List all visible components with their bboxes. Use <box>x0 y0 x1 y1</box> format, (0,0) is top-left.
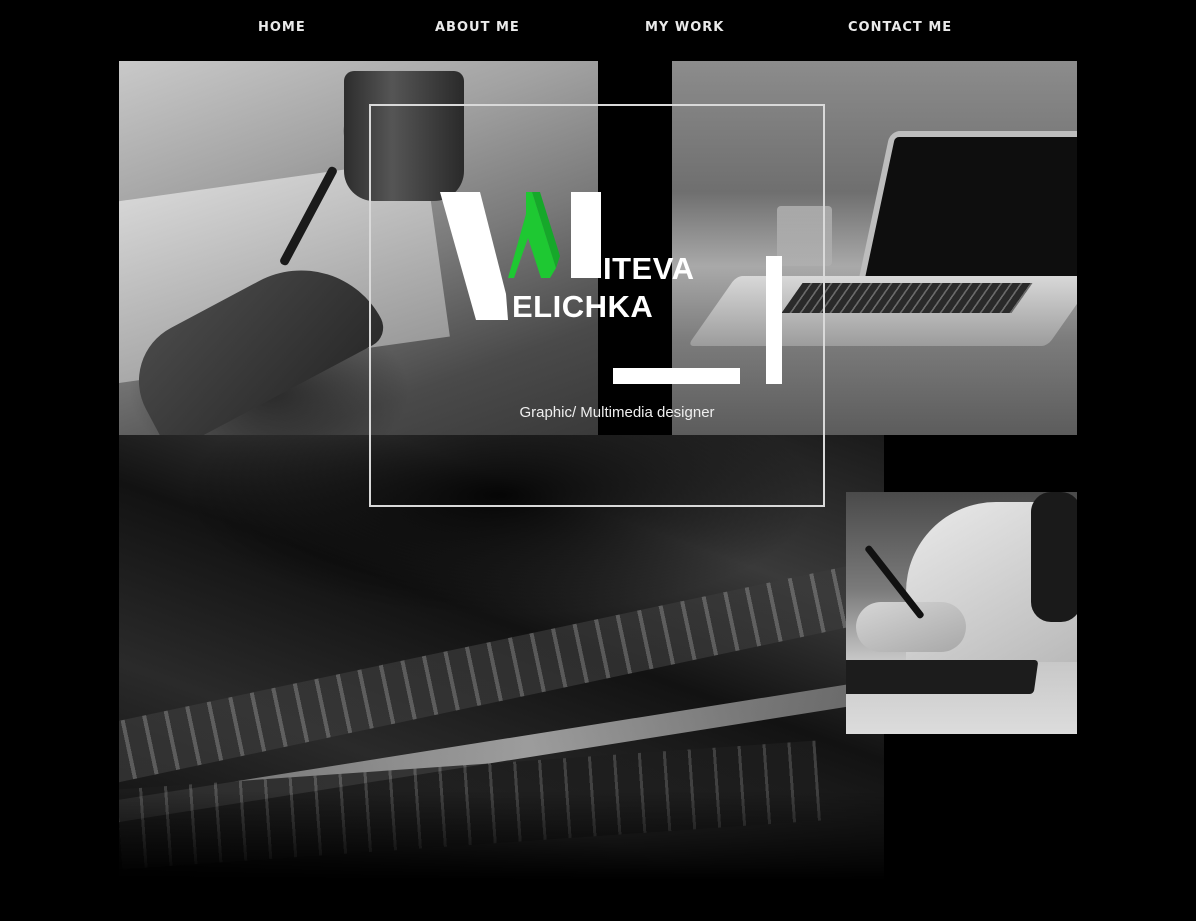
main-navigation: HOME ABOUT ME MY WORK CONTACT ME <box>0 0 1196 58</box>
nav-home-link[interactable]: HOME <box>258 20 306 35</box>
logo-horizontal-bar <box>613 368 740 384</box>
logo-word-top: ITEVA <box>603 251 695 286</box>
logo-vertical-bar <box>766 256 782 384</box>
logo-word-bottom: ELICHKA <box>512 289 654 324</box>
tagline: Graphic/ Multimedia designer <box>519 404 715 421</box>
drawing-tablet-photo <box>846 492 1077 734</box>
nav-work-link[interactable]: MY WORK <box>645 20 724 35</box>
nav-contact-link[interactable]: CONTACT ME <box>848 20 952 35</box>
nav-about-link[interactable]: ABOUT ME <box>435 20 520 35</box>
